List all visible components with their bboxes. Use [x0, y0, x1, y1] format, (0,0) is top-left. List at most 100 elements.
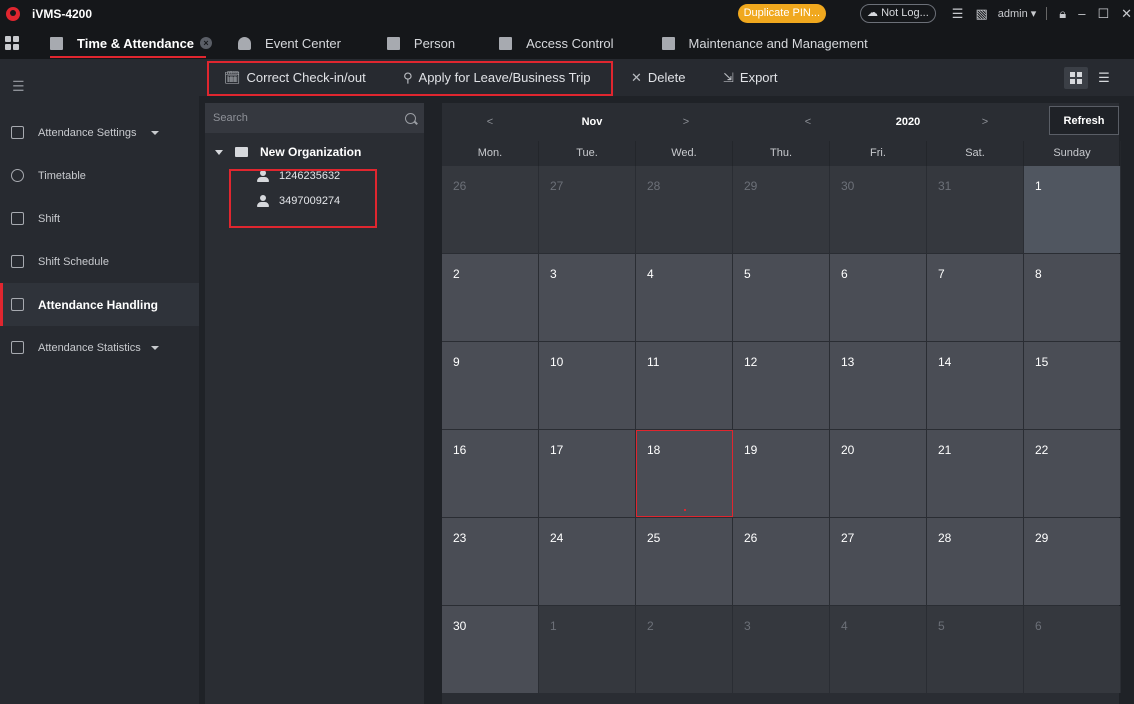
calendar-day-cell[interactable]: 17 [539, 430, 636, 517]
prev-month-button[interactable]: < [470, 103, 510, 141]
org-name: New Organization [260, 145, 362, 159]
calendar-day-cell[interactable]: 16 [442, 430, 539, 517]
duplicate-pin-badge[interactable]: Duplicate PIN... [737, 4, 827, 23]
day-number: 9 [453, 355, 460, 369]
calendar-day-cell[interactable]: 30 [830, 166, 927, 253]
calendar-day-cell[interactable]: 18 [636, 430, 733, 517]
sidebar-item-shift-schedule[interactable]: Shift Schedule [0, 240, 199, 283]
tab-access-control[interactable]: Access Control [499, 27, 614, 59]
next-month-button[interactable]: > [666, 103, 706, 141]
search-input[interactable]: Search [205, 103, 424, 133]
tab-label: Time & Attendance [77, 35, 195, 51]
export-button[interactable]: ⇲ Export [723, 59, 777, 96]
calendar-day-cell[interactable]: 12 [733, 342, 830, 429]
sidebar-item-timetable[interactable]: Timetable [0, 154, 199, 197]
weekday-label: Thu. [733, 141, 830, 166]
expand-arrow-icon[interactable] [215, 149, 223, 155]
tab-event-center[interactable]: Event Center [238, 27, 341, 59]
collapse-menu-icon[interactable]: ☰ [0, 59, 199, 111]
day-number: 27 [550, 179, 564, 193]
calendar-day-cell[interactable]: 26 [733, 518, 830, 605]
module-grid-icon[interactable] [5, 36, 19, 50]
close-tab-icon[interactable]: × [200, 37, 213, 49]
calendar-day-cell[interactable]: 19 [733, 430, 830, 517]
day-number: 26 [744, 531, 758, 545]
schedule-icon [11, 255, 24, 268]
day-number: 30 [453, 619, 467, 633]
day-number: 4 [841, 619, 848, 633]
sidebar-item-attendance-statistics[interactable]: Attendance Statistics [0, 326, 199, 369]
prev-year-button[interactable]: < [788, 103, 828, 141]
next-year-button[interactable]: > [965, 103, 1005, 141]
calendar-day-cell[interactable]: 28 [636, 166, 733, 253]
day-number: 2 [453, 267, 460, 281]
cloud-login-button[interactable]: ☁ Not Log... [860, 4, 936, 23]
task-list-icon[interactable]: ☰ [952, 6, 964, 22]
calendar-day-grid: 26 27 28 29 30 31 1 2 3 4 5 6 7 8 9 10 11 12 13 14 15 16 17 18 1… [442, 166, 1121, 693]
user-menu[interactable]: admin ▾ [998, 7, 1037, 20]
calendar-day-cell[interactable]: 29 [733, 166, 830, 253]
tree-node-organization[interactable]: New Organization [205, 141, 424, 163]
calendar-day-cell[interactable]: 31 [927, 166, 1024, 253]
calendar-day-cell[interactable]: 6 [830, 254, 927, 341]
calendar-day-cell[interactable]: 2 [442, 254, 539, 341]
calendar-day-cell[interactable]: 5 [927, 606, 1024, 693]
tab-maintenance[interactable]: Maintenance and Management [661, 27, 868, 59]
day-number: 29 [744, 179, 758, 193]
calendar-day-cell[interactable]: 3 [733, 606, 830, 693]
calendar-day-cell[interactable]: 6 [1024, 606, 1121, 693]
lock-icon[interactable]: 🔒︎ [1059, 6, 1066, 22]
calendar-day-cell[interactable]: 13 [830, 342, 927, 429]
calendar-day-cell[interactable]: 28 [927, 518, 1024, 605]
day-number: 29 [1035, 531, 1049, 545]
calendar-day-cell[interactable]: 15 [1024, 342, 1121, 429]
calendar-day-cell[interactable]: 20 [830, 430, 927, 517]
button-label: Export [739, 70, 778, 85]
close-icon[interactable]: ✕ [1121, 6, 1132, 22]
calendar-day-cell[interactable]: 9 [442, 342, 539, 429]
calendar-day-cell[interactable]: 23 [442, 518, 539, 605]
tab-person[interactable]: Person [386, 27, 455, 59]
calendar-day-cell[interactable]: 5 [733, 254, 830, 341]
calendar-day-cell[interactable]: 27 [539, 166, 636, 253]
calendar-day-cell[interactable]: 22 [1024, 430, 1121, 517]
calendar-day-cell[interactable]: 8 [1024, 254, 1121, 341]
sidebar-item-shift[interactable]: Shift [0, 197, 199, 240]
sidebar-item-attendance-settings[interactable]: Attendance Settings [0, 111, 199, 154]
calendar-day-cell[interactable]: 7 [927, 254, 1024, 341]
calendar-day-cell[interactable]: 11 [636, 342, 733, 429]
search-icon[interactable] [405, 112, 416, 124]
sidebar-item-label: Attendance Handling [38, 297, 159, 312]
calendar-day-cell[interactable]: 26 [442, 166, 539, 253]
calendar-day-cell[interactable]: 25 [636, 518, 733, 605]
sidebar-item-label: Shift [38, 212, 61, 225]
grid-view-icon[interactable] [1064, 67, 1088, 89]
day-number: 19 [744, 443, 758, 457]
maximize-icon[interactable]: ☐ [1097, 6, 1109, 22]
sidebar-item-label: Shift Schedule [38, 255, 109, 268]
weekday-header: Mon. Tue. Wed. Thu. Fri. Sat. Sunday [442, 141, 1121, 166]
day-number: 16 [453, 443, 467, 457]
sidebar-item-attendance-handling[interactable]: Attendance Handling [0, 283, 199, 326]
day-number: 15 [1035, 355, 1049, 369]
calendar-day-cell[interactable]: 29 [1024, 518, 1121, 605]
calendar-day-cell[interactable]: 2 [636, 606, 733, 693]
calendar-day-cell[interactable]: 4 [830, 606, 927, 693]
list-view-icon[interactable]: ☰ [1092, 67, 1116, 89]
calendar-day-cell[interactable]: 1 [539, 606, 636, 693]
calendar-day-cell[interactable]: 24 [539, 518, 636, 605]
image-view-icon[interactable]: ▧ [975, 6, 987, 22]
day-number: 13 [841, 355, 855, 369]
calendar-day-cell[interactable]: 27 [830, 518, 927, 605]
calendar-day-cell[interactable]: 14 [927, 342, 1024, 429]
calendar-day-cell[interactable]: 30 [442, 606, 539, 693]
delete-button[interactable]: ✕ Delete [631, 59, 685, 96]
refresh-button[interactable]: Refresh [1049, 106, 1119, 135]
minimize-icon[interactable]: – [1078, 6, 1085, 21]
calendar-day-cell[interactable]: 1 [1024, 166, 1121, 253]
tab-time-attendance[interactable]: Time & Attendance × [50, 27, 213, 59]
calendar-day-cell[interactable]: 10 [539, 342, 636, 429]
calendar-day-cell[interactable]: 21 [927, 430, 1024, 517]
calendar-day-cell[interactable]: 3 [539, 254, 636, 341]
calendar-day-cell[interactable]: 4 [636, 254, 733, 341]
